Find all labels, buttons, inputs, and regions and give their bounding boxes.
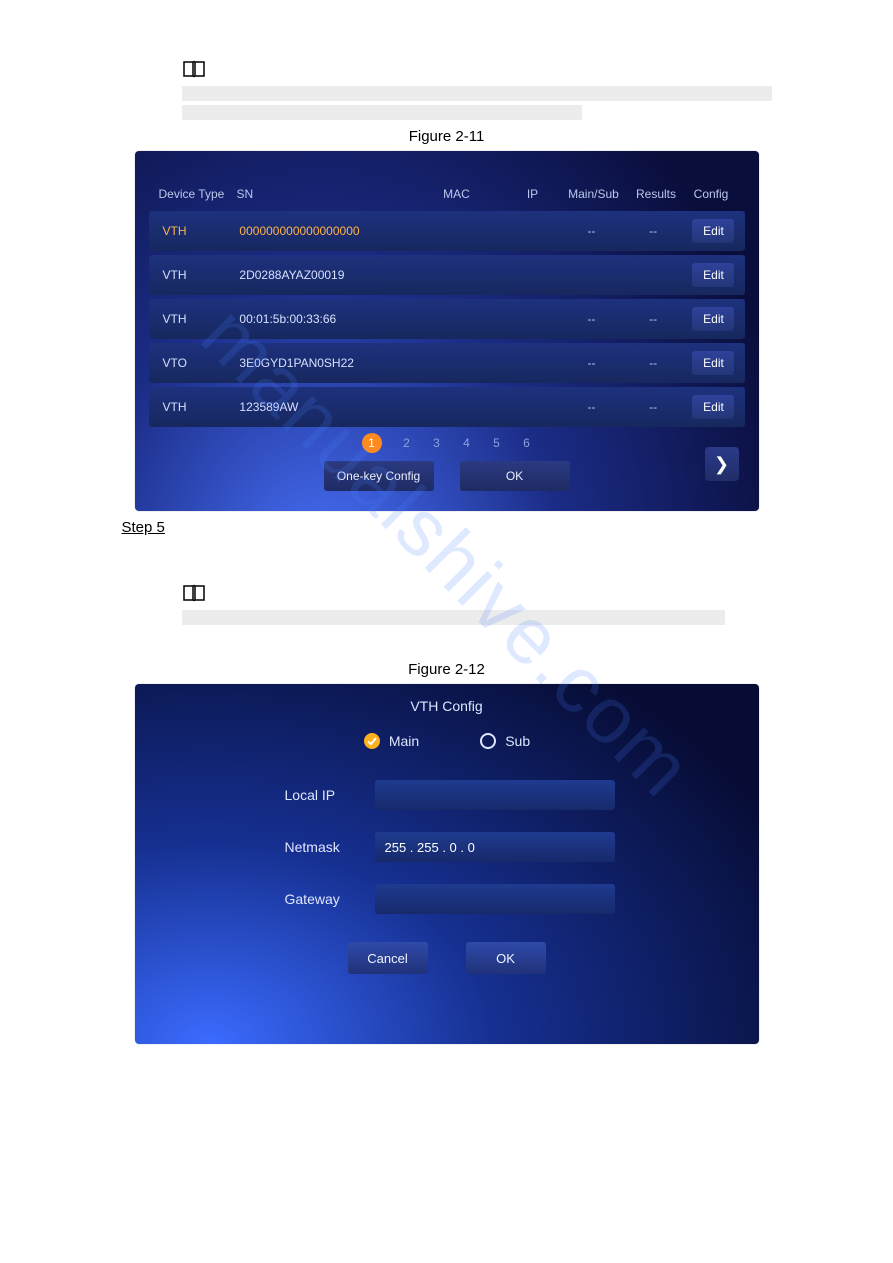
cell-type: VTH	[163, 400, 240, 414]
table-row[interactable]: VTH 00:01:5b:00:33:66 -- -- Edit	[149, 299, 745, 339]
edit-button[interactable]: Edit	[692, 395, 734, 419]
col-header-mac: MAC	[407, 187, 507, 201]
col-header-results: Results	[629, 187, 684, 201]
page-5[interactable]: 5	[492, 436, 502, 450]
vth-config-panel: VTH Config Main Sub Local IP Netmask	[135, 684, 759, 1044]
cell-sn: 00:01:5b:00:33:66	[239, 312, 407, 326]
step-label: Step 5	[122, 519, 772, 536]
gateway-input[interactable]	[375, 884, 615, 914]
radio-main-label: Main	[389, 733, 419, 749]
figure-caption-2: Figure 2-12	[122, 661, 772, 678]
ok-button[interactable]: OK	[460, 461, 570, 491]
col-header-ip: IP	[507, 187, 559, 201]
one-key-config-button[interactable]: One-key Config	[324, 461, 434, 491]
cell-results: --	[626, 400, 680, 414]
cell-results: --	[626, 312, 680, 326]
pagination: 1 2 3 4 5 6	[145, 433, 749, 453]
radio-unchecked-icon	[479, 732, 497, 750]
netmask-value: 255 . 255 . 0 . 0	[385, 840, 475, 855]
page-1[interactable]: 1	[362, 433, 382, 453]
table-row[interactable]: VTH 2D0288AYAZ00019 Edit	[149, 255, 745, 295]
edit-button[interactable]: Edit	[692, 263, 734, 287]
col-header-sn: SN	[237, 187, 407, 201]
table-row[interactable]: VTH 123589AW -- -- Edit	[149, 387, 745, 427]
cell-sn: 2D0288AYAZ00019	[239, 268, 407, 282]
col-header-mainsub: Main/Sub	[559, 187, 629, 201]
redacted-text	[182, 610, 725, 625]
edit-button[interactable]: Edit	[692, 351, 734, 375]
edit-button[interactable]: Edit	[692, 219, 734, 243]
col-header-type: Device Type	[159, 187, 237, 201]
cell-type: VTH	[163, 268, 240, 282]
ok-button[interactable]: OK	[466, 942, 546, 974]
page-6[interactable]: 6	[522, 436, 532, 450]
cell-type: VTH	[163, 224, 240, 238]
cancel-button[interactable]: Cancel	[348, 942, 428, 974]
edit-button[interactable]: Edit	[692, 307, 734, 331]
cell-mainsub: --	[557, 224, 626, 238]
netmask-input[interactable]: 255 . 255 . 0 . 0	[375, 832, 615, 862]
table-row[interactable]: VTO 3E0GYD1PAN0SH22 -- -- Edit	[149, 343, 745, 383]
local-ip-label: Local IP	[285, 787, 375, 803]
radio-sub-label: Sub	[505, 733, 530, 749]
netmask-label: Netmask	[285, 839, 375, 855]
cell-results: --	[626, 356, 680, 370]
redacted-text	[182, 86, 772, 101]
radio-sub[interactable]: Sub	[479, 732, 530, 750]
page-4[interactable]: 4	[462, 436, 472, 450]
page-3[interactable]: 3	[432, 436, 442, 450]
cell-type: VTO	[163, 356, 240, 370]
book-icon	[182, 60, 204, 78]
page-2[interactable]: 2	[402, 436, 412, 450]
cell-sn: 123589AW	[239, 400, 407, 414]
cell-mainsub: --	[557, 312, 626, 326]
figure-caption-1: Figure 2-11	[122, 128, 772, 145]
cell-mainsub: --	[557, 356, 626, 370]
cell-sn: 000000000000000000	[239, 224, 407, 238]
col-header-config: Config	[684, 187, 739, 201]
table-header: Device Type SN MAC IP Main/Sub Results C…	[145, 161, 749, 211]
cell-results: --	[626, 224, 680, 238]
next-arrow-button[interactable]: ❯	[705, 447, 739, 481]
radio-checked-icon	[363, 732, 381, 750]
book-icon	[182, 584, 204, 602]
cell-sn: 3E0GYD1PAN0SH22	[239, 356, 407, 370]
radio-main[interactable]: Main	[363, 732, 419, 750]
chevron-right-icon: ❯	[714, 454, 729, 475]
redacted-text	[182, 105, 582, 120]
cell-mainsub: --	[557, 400, 626, 414]
local-ip-input[interactable]	[375, 780, 615, 810]
cell-type: VTH	[163, 312, 240, 326]
device-list-panel: Device Type SN MAC IP Main/Sub Results C…	[135, 151, 759, 511]
panel-title: VTH Config	[135, 694, 759, 732]
table-row[interactable]: VTH 000000000000000000 -- -- Edit	[149, 211, 745, 251]
gateway-label: Gateway	[285, 891, 375, 907]
